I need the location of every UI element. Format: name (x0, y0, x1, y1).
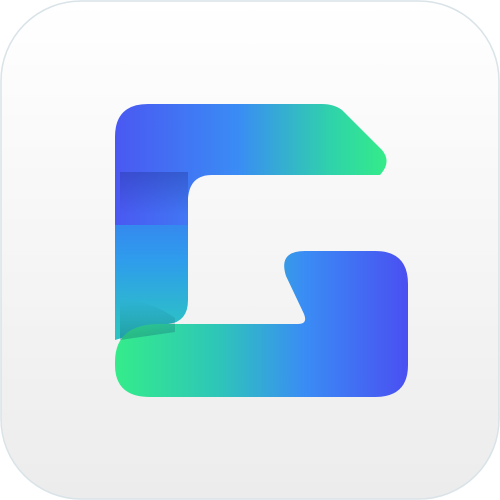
g-fold-shadow-top (120, 172, 188, 215)
g-logo-icon (0, 0, 500, 500)
app-icon-tile[interactable] (0, 0, 500, 500)
icon-background (0, 0, 500, 500)
